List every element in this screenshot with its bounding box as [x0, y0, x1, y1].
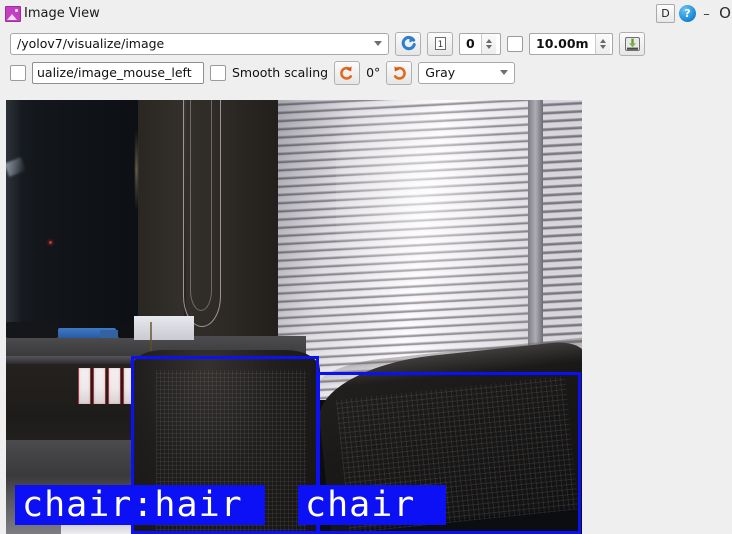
publish-mouse-clicks-checkbox[interactable]: [10, 64, 26, 81]
frame-index-spin-arrows[interactable]: [480, 33, 496, 54]
dock-button[interactable]: D: [656, 4, 675, 23]
window-title: Image View: [24, 6, 100, 21]
detection-label: chair:hair: [15, 485, 265, 525]
shelf-folders: [78, 368, 136, 404]
folder: [78, 368, 91, 404]
detection-label: chair: [298, 485, 446, 525]
spin-up-icon[interactable]: [485, 38, 492, 43]
desk-object-blue-small: [100, 330, 120, 338]
cabinet-highlight: [135, 130, 138, 210]
help-icon[interactable]: ?: [679, 5, 696, 22]
minimize-button[interactable]: –: [700, 4, 713, 24]
image-topic-combo[interactable]: /yolov7/visualize/image: [10, 32, 389, 55]
spin-down-icon[interactable]: [599, 44, 606, 49]
max-range-spin-arrows[interactable]: [594, 33, 610, 54]
image-view-window: Image View D ? – O /yolov7/visualize/ima…: [0, 0, 732, 534]
refresh-topics-button[interactable]: [395, 31, 421, 56]
image-topic-value: /yolov7/visualize/image: [17, 36, 165, 51]
red-led-dot: [49, 241, 52, 244]
close-button[interactable]: O: [717, 5, 732, 22]
rotate-clockwise-button[interactable]: [386, 60, 413, 85]
toolbar-options-row: ualize/image_mouse_left Smooth scaling 0…: [0, 58, 732, 87]
desk-object-dark: [6, 322, 58, 338]
spin-up-icon[interactable]: [599, 38, 606, 43]
rotate-counterclockwise-button[interactable]: [334, 60, 361, 85]
hanging-cord-inner: [190, 100, 212, 311]
max-range-spinbox[interactable]: 10.00m: [529, 32, 613, 55]
frame-number-icon: 1: [434, 37, 446, 50]
colormap-value: Gray: [425, 65, 456, 80]
rotate-right-arrow-icon: [394, 65, 407, 80]
toolbar-topic-row: /yolov7/visualize/image 1 0 10.00m: [0, 29, 732, 58]
colormap-combo[interactable]: Gray: [418, 61, 516, 84]
chevron-down-icon: [370, 34, 386, 54]
save-image-button[interactable]: [619, 31, 645, 56]
rotate-left-arrow-icon: [340, 65, 353, 80]
titlebar-controls: D ? – O: [656, 0, 732, 27]
desk-paper: [134, 316, 194, 340]
dark-wall-edge: [6, 100, 20, 360]
folder: [93, 368, 106, 404]
chevron-down-icon: [496, 63, 512, 83]
save-download-tray-icon: [624, 36, 640, 51]
max-range-value: 10.00m: [536, 36, 589, 51]
folder: [108, 368, 121, 404]
refresh-circular-arrow-icon: [401, 35, 416, 51]
publish-index-button[interactable]: 1: [427, 31, 453, 56]
image-canvas-area[interactable]: chair:hairchair CSDN @ROS机器人学习与交流: [0, 87, 732, 534]
window-titlebar: Image View D ? – O: [0, 0, 732, 27]
frame-index-value: 0: [466, 36, 475, 51]
max-range-checkbox[interactable]: [507, 35, 523, 52]
mouse-topic-input[interactable]: ualize/image_mouse_left: [32, 61, 204, 84]
image-view-icon: [5, 5, 21, 22]
svg-text:1: 1: [437, 40, 443, 50]
smooth-scaling-checkbox[interactable]: [210, 64, 226, 81]
image-canvas[interactable]: chair:hairchair CSDN @ROS机器人学习与交流: [6, 100, 582, 534]
rotation-angle-label: 0°: [366, 65, 381, 80]
smooth-scaling-label: Smooth scaling: [232, 65, 329, 80]
frame-index-spinbox[interactable]: 0: [459, 32, 501, 55]
spin-down-icon[interactable]: [485, 44, 492, 49]
